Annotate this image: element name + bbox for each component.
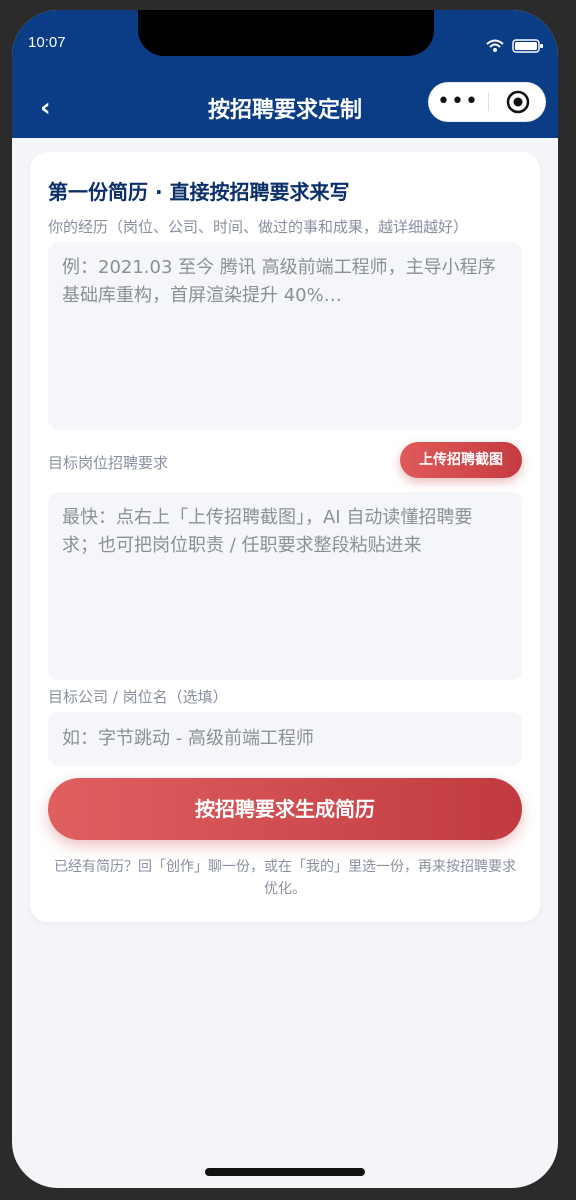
experience-textarea[interactable]: 例：2021.03 至今 腾讯 高级前端工程师，主导小程序基础库重构，首屏渲染提… — [48, 242, 522, 430]
requirements-label: 目标岗位招聘要求 — [48, 454, 169, 472]
device-notch — [138, 10, 434, 56]
home-indicator — [205, 1168, 365, 1176]
card-title: 第一份简历 · 直接按招聘要求来写 — [48, 180, 350, 204]
company-input[interactable]: 如：字节跳动 - 高级前端工程师 — [48, 712, 522, 766]
more-dots-icon[interactable]: ••• — [428, 82, 488, 122]
upload-screenshot-button[interactable]: 上传招聘截图 — [400, 442, 522, 478]
experience-label: 你的经历（岗位、公司、时间、做过的事和成果，越详细越好） — [48, 218, 469, 236]
status-time: 10:07 — [28, 34, 66, 51]
navigation-header: 10:07 ‹ 按招聘要求定制 ••• — [12, 10, 558, 138]
company-label: 目标公司 / 岗位名（选填） — [48, 688, 228, 706]
generate-resume-button[interactable]: 按招聘要求生成简历 — [48, 778, 522, 840]
requirements-textarea[interactable]: 最快：点右上「上传招聘截图」，AI 自动读懂招聘要求；也可把岗位职责 / 任职要… — [48, 492, 522, 680]
hint-text: 已经有简历？回「创作」聊一份，或在「我的」里选一份，再来按招聘要求优化。 — [54, 859, 516, 897]
mini-program-capsule: ••• — [428, 82, 546, 122]
form-card: 第一份简历 · 直接按招聘要求来写 你的经历（岗位、公司、时间、做过的事和成果，… — [30, 152, 540, 922]
status-icons — [486, 38, 544, 57]
target-icon[interactable] — [489, 82, 546, 122]
battery-icon — [512, 38, 544, 57]
wifi-icon — [486, 38, 504, 57]
phone-frame: 10:07 ‹ 按招聘要求定制 ••• 第一份简历 · 直接按招聘要求来写 你的… — [12, 10, 558, 1188]
